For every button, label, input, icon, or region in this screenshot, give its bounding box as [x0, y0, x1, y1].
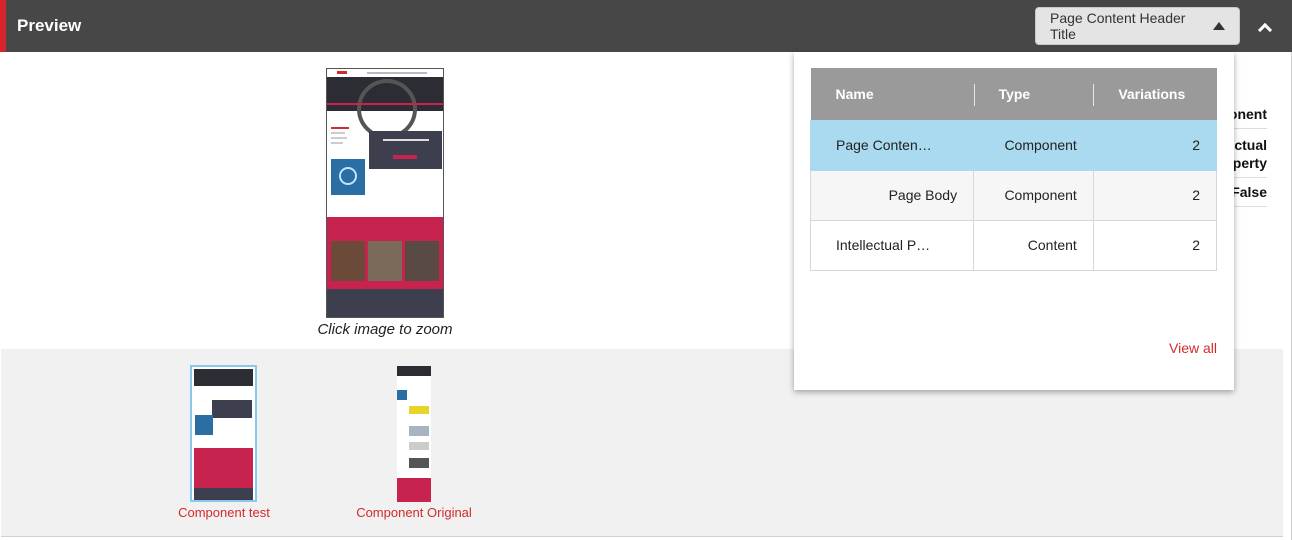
- mock-image: [331, 159, 365, 195]
- variant-label[interactable]: Component Original: [314, 505, 514, 520]
- mock-nav: [327, 69, 443, 77]
- preview-header: Preview Page Content Header Title: [0, 0, 1292, 52]
- variant-thumbnail[interactable]: [190, 365, 257, 502]
- preview-panel: Preview Page Content Header Title Click …: [0, 0, 1292, 540]
- components-table: Name Type Variations Page Conten… Compon…: [809, 68, 1218, 271]
- row-type: Component: [973, 119, 1094, 171]
- table-row[interactable]: Intellectual P… Content 2: [809, 219, 1218, 271]
- column-header-type[interactable]: Type: [973, 68, 1094, 120]
- mock-card: [369, 131, 442, 169]
- table-header-row: Name Type Variations: [810, 68, 1217, 120]
- mock-sidebar: [331, 127, 356, 157]
- component-dropdown-popup: Name Type Variations Page Conten… Compon…: [794, 52, 1234, 390]
- column-header-variations[interactable]: Variations: [1093, 68, 1217, 120]
- zoom-caption: Click image to zoom: [317, 321, 453, 338]
- row-variations: 2: [1092, 169, 1218, 221]
- view-all-link[interactable]: View all: [1169, 340, 1217, 356]
- preview-image[interactable]: [326, 68, 444, 318]
- row-type: Component: [973, 169, 1094, 221]
- variant-label[interactable]: Component test: [124, 505, 324, 520]
- row-name: Page Conten…: [809, 119, 975, 171]
- triangle-up-icon: [1213, 22, 1225, 30]
- table-row[interactable]: Page Conten… Component 2: [809, 119, 1218, 171]
- collapse-button[interactable]: [1252, 14, 1278, 40]
- mock-hero: [327, 77, 443, 139]
- row-type: Content: [973, 219, 1094, 271]
- chevron-up-icon: [1257, 22, 1273, 37]
- component-dropdown-button[interactable]: Page Content Header Title: [1035, 7, 1240, 45]
- row-variations: 2: [1092, 219, 1218, 271]
- variant-thumbnail[interactable]: [397, 366, 431, 502]
- row-name: Intellectual P…: [809, 219, 975, 271]
- mock-footer: [327, 289, 443, 317]
- table-row[interactable]: Page Body Component 2: [809, 169, 1218, 221]
- dropdown-label: Page Content Header Title: [1050, 10, 1186, 42]
- row-name: Page Body: [809, 169, 975, 221]
- row-variations: 2: [1092, 119, 1218, 171]
- page-title: Preview: [17, 16, 82, 35]
- column-header-name[interactable]: Name: [810, 68, 974, 120]
- mock-experts: [327, 217, 443, 289]
